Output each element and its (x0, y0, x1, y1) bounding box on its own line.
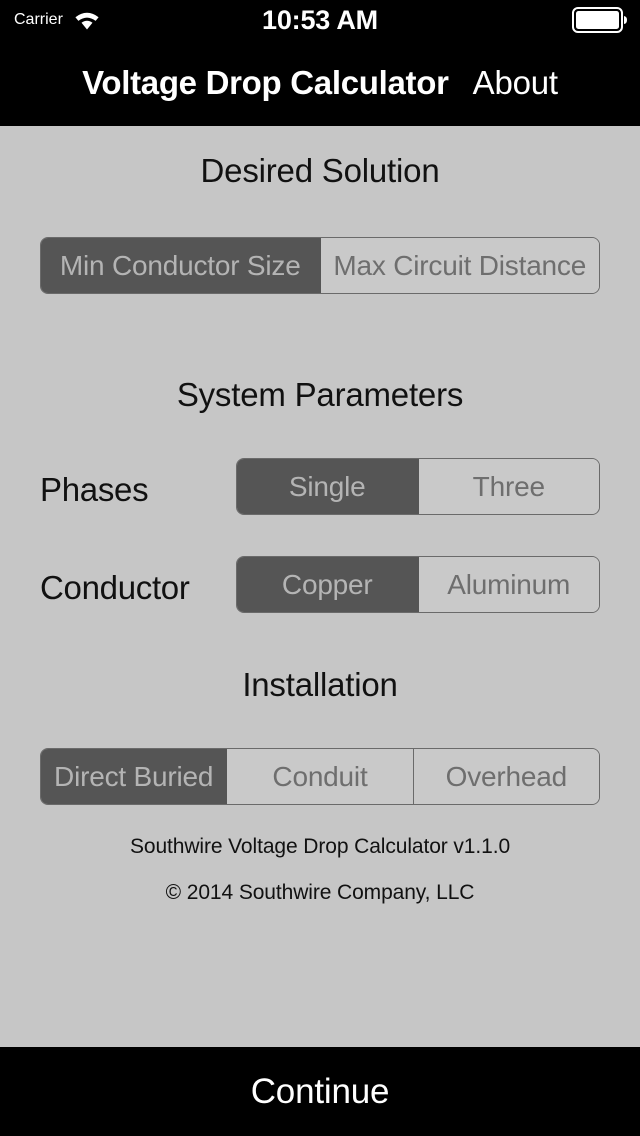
section-header-installation: Installation (242, 666, 398, 703)
clock-label: 10:53 AM (262, 4, 378, 35)
segment-installation-overhead[interactable]: Overhead (413, 749, 599, 804)
segment-conductor-aluminum[interactable]: Aluminum (418, 557, 599, 612)
section-header-system-parameters: System Parameters (176, 376, 464, 413)
segment-min-conductor-size[interactable]: Min Conductor Size (41, 238, 321, 293)
installation-segmented-control[interactable]: Direct Buried Conduit Overhead (40, 748, 600, 805)
app-version-text: Southwire Voltage Drop Calculator v1.1.0 (129, 835, 511, 858)
desired-solution-segmented-control[interactable]: Min Conductor Size Max Circuit Distance (40, 237, 600, 294)
segment-installation-conduit[interactable]: Conduit (227, 749, 414, 804)
segment-phases-single[interactable]: Single (237, 459, 419, 514)
segment-installation-direct-buried[interactable]: Direct Buried (41, 749, 228, 804)
phases-segmented-control[interactable]: Single Three (236, 458, 600, 515)
continue-button-label: Continue (250, 1071, 390, 1111)
status-bar-right (572, 0, 628, 40)
segment-max-circuit-distance[interactable]: Max Circuit Distance (320, 238, 599, 293)
segment-conductor-copper[interactable]: Copper (237, 557, 419, 612)
conductor-label: Conductor (40, 569, 190, 606)
page-title: Voltage Drop Calculator (82, 64, 449, 101)
copyright-text: © 2014 Southwire Company, LLC (165, 881, 475, 904)
about-button[interactable]: About (473, 64, 558, 102)
segment-phases-three[interactable]: Three (418, 459, 599, 514)
main-content: Desired Solution Min Conductor Size Max … (0, 126, 640, 1047)
section-header-desired-solution: Desired Solution (200, 152, 440, 189)
phases-label: Phases (40, 471, 149, 508)
status-bar-time: 10:53 AM (0, 0, 640, 40)
battery-full-icon (572, 7, 628, 33)
navigation-bar: Voltage Drop Calculator About (0, 40, 640, 126)
status-bar: Carrier 10:53 AM (0, 0, 640, 40)
conductor-segmented-control[interactable]: Copper Aluminum (236, 556, 600, 613)
continue-button[interactable]: Continue (0, 1047, 640, 1136)
